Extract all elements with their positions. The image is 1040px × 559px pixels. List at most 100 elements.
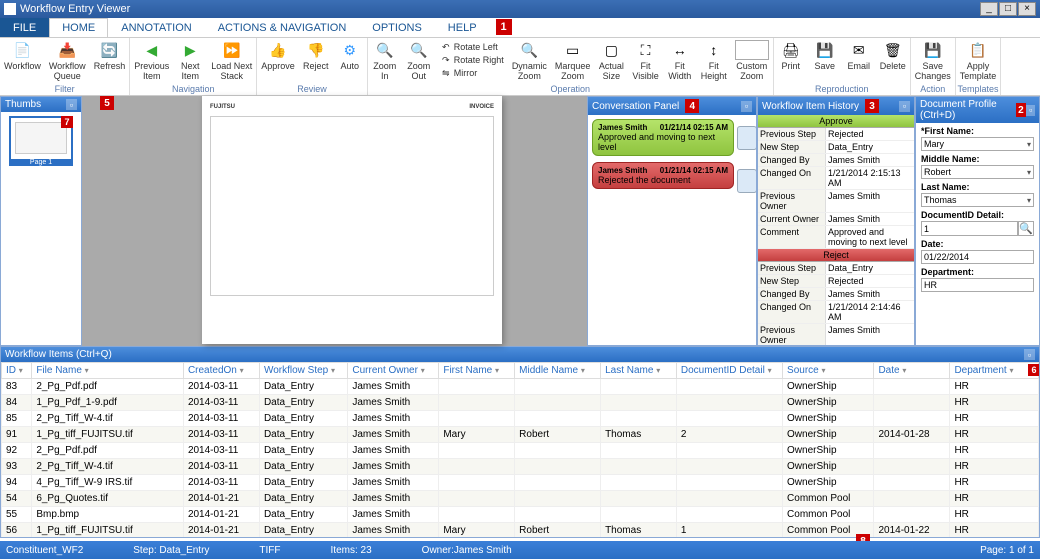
table-row[interactable]: 841_Pg_Pdf_1-9.pdf2014-03-11Data_EntryJa… (2, 395, 1039, 411)
actual-size-button[interactable]: ▢Actual Size (594, 38, 628, 83)
grid-header[interactable]: First Name ▾ (439, 363, 515, 379)
tab-file[interactable]: FILE (0, 18, 49, 37)
grid-header[interactable]: Workflow Step ▾ (259, 363, 347, 379)
grid-header[interactable]: File Name ▾ (32, 363, 184, 379)
profile-input[interactable] (921, 250, 1034, 264)
workflow-button[interactable]: 📄Workflow (0, 38, 45, 83)
status-owner: Owner:James Smith (422, 545, 512, 556)
doc-title: INVOICE (469, 104, 494, 110)
load-next-stack-button[interactable]: ⏩Load Next Stack (207, 38, 256, 83)
email-icon: ✉ (849, 40, 869, 60)
workflow-items-panel: Workflow Items (Ctrl+Q)▫ ID ▾File Name ▾… (0, 346, 1040, 538)
table-row[interactable]: 922_Pg_Pdf.pdf2014-03-11Data_EntryJames … (2, 443, 1039, 459)
table-row[interactable]: 832_Pg_Pdf.pdf2014-03-11Data_EntryJames … (2, 379, 1039, 395)
tab-options[interactable]: OPTIONS (359, 18, 435, 37)
close-button[interactable]: × (1018, 2, 1036, 16)
minimize-button[interactable]: _ (980, 2, 998, 16)
grid-header[interactable]: Middle Name ▾ (515, 363, 601, 379)
tab-help[interactable]: HELP (435, 18, 490, 37)
grid-header[interactable]: Last Name ▾ (601, 363, 677, 379)
pin-icon[interactable]: ▫ (1026, 105, 1035, 116)
pin-icon[interactable]: ▫ (1024, 349, 1035, 360)
fit-visible-button[interactable]: ⛶Fit Visible (628, 38, 662, 83)
tab-home[interactable]: HOME (49, 18, 108, 37)
rotate-left-button[interactable]: ↶Rotate Left (440, 41, 504, 54)
rotate-right-button[interactable]: ↷Rotate Right (440, 54, 504, 67)
document-viewer[interactable]: 5 FUJITSU INVOICE (82, 96, 587, 346)
arrow-right-icon: ▶ (180, 40, 200, 60)
grid-header[interactable]: Department ▾6 (950, 363, 1039, 379)
profile-input[interactable] (921, 221, 1018, 236)
profile-label: Department: (921, 267, 1034, 277)
grid-header[interactable]: CreatedOn ▾ (183, 363, 259, 379)
zoom-in-icon: 🔍 (375, 40, 395, 60)
zoom-out-button[interactable]: 🔍Zoom Out (402, 38, 436, 83)
history-row: Previous OwnerJames Smith (758, 324, 914, 345)
workflow-queue-button[interactable]: 📥Workflow Queue (45, 38, 90, 83)
table-row[interactable]: 911_Pg_tiff_FUJITSU.tif2014-03-11Data_En… (2, 427, 1039, 443)
pin-icon[interactable]: ▫ (66, 99, 77, 110)
print-icon: 🖨 (781, 40, 801, 60)
lookup-icon[interactable]: 🔍 (1018, 221, 1034, 236)
rotate-left-icon: ↶ (440, 42, 452, 54)
table-row[interactable]: 852_Pg_Tiff_W-4.tif2014-03-11Data_EntryJ… (2, 411, 1039, 427)
indicator-4: 4 (685, 99, 699, 113)
save-changes-button[interactable]: 💾Save Changes (911, 38, 955, 83)
table-row[interactable]: 546_Pg_Quotes.tif2014-01-21Data_EntryJam… (2, 491, 1039, 507)
status-bar: Constituent_WF2 Step: Data_Entry TIFF It… (0, 541, 1040, 559)
save-button[interactable]: 💾Save (808, 38, 842, 83)
custom-zoom-icon (735, 40, 769, 60)
tab-actions[interactable]: ACTIONS & NAVIGATION (205, 18, 360, 37)
thumbs-header: Thumbs▫ (1, 97, 81, 112)
custom-zoom-button[interactable]: Custom Zoom (731, 38, 773, 83)
group-reproduction: 🖨Print 💾Save ✉Email 🗑Delete Reproduction (774, 38, 911, 95)
apply-template-button[interactable]: 📋Apply Template (956, 38, 1001, 83)
page-thumbnail[interactable]: Page 1 7 (9, 116, 73, 166)
table-row[interactable]: 932_Pg_Tiff_W-4.tif2014-03-11Data_EntryJ… (2, 459, 1039, 475)
grid-header[interactable]: Date ▾ (874, 363, 950, 379)
profile-input[interactable] (921, 278, 1034, 292)
table-row[interactable]: 944_Pg_Tiff_W-9 IRS.tif2014-03-11Data_En… (2, 475, 1039, 491)
print-button[interactable]: 🖨Print (774, 38, 808, 83)
grid-header[interactable]: Source ▾ (783, 363, 874, 379)
dynamic-zoom-button[interactable]: 🔍Dynamic Zoom (508, 38, 551, 83)
avatar-icon (737, 169, 756, 193)
maximize-button[interactable]: □ (999, 2, 1017, 16)
group-review-label: Review (257, 83, 367, 95)
workflow-items-header: Workflow Items (Ctrl+Q)▫ (1, 347, 1039, 362)
email-button[interactable]: ✉Email (842, 38, 876, 83)
refresh-button[interactable]: 🔄Refresh (90, 38, 130, 83)
reject-button[interactable]: 👎Reject (299, 38, 333, 83)
group-filter-label: Filter (0, 83, 129, 95)
group-navigation: ◀Previous Item ▶Next Item ⏩Load Next Sta… (130, 38, 257, 95)
save-icon: 💾 (815, 40, 835, 60)
mirror-button[interactable]: ⇋Mirror (440, 67, 504, 80)
tab-annotation[interactable]: ANNOTATION (108, 18, 204, 37)
grid-header[interactable]: Current Owner ▾ (348, 363, 439, 379)
grid-header[interactable]: DocumentID Detail ▾ (676, 363, 782, 379)
profile-select[interactable]: Thomas (921, 193, 1034, 207)
pin-icon[interactable]: ▫ (899, 101, 910, 112)
fit-visible-icon: ⛶ (636, 40, 656, 60)
app-icon (4, 3, 16, 15)
auto-button[interactable]: ⚙Auto (333, 38, 367, 83)
grid-header[interactable]: ID ▾ (2, 363, 32, 379)
indicator-2: 2 (1016, 103, 1027, 117)
fit-width-button[interactable]: ↔Fit Width (663, 38, 697, 83)
marquee-zoom-button[interactable]: ▭Marquee Zoom (551, 38, 595, 83)
workflow-items-grid[interactable]: ID ▾File Name ▾CreatedOn ▾Workflow Step … (1, 362, 1039, 537)
zoom-in-button[interactable]: 🔍Zoom In (368, 38, 402, 83)
pin-icon[interactable]: ▫ (741, 101, 752, 112)
delete-button[interactable]: 🗑Delete (876, 38, 910, 83)
profile-select[interactable]: Robert (921, 165, 1034, 179)
table-row[interactable]: 55Bmp.bmp2014-01-21Data_EntryJames Smith… (2, 507, 1039, 523)
profile-field: *First Name:Mary (921, 126, 1034, 151)
history-row: New StepData_Entry (758, 141, 914, 154)
table-row[interactable]: 561_Pg_tiff_FUJITSU.tif2014-01-21Data_En… (2, 523, 1039, 538)
next-item-button[interactable]: ▶Next Item (173, 38, 207, 83)
approve-button[interactable]: 👍Approve (257, 38, 299, 83)
main-area: Thumbs▫ Page 1 7 5 FUJITSU INVOICE Conve… (0, 96, 1040, 346)
profile-select[interactable]: Mary (921, 137, 1034, 151)
previous-item-button[interactable]: ◀Previous Item (130, 38, 173, 83)
fit-height-button[interactable]: ↕Fit Height (697, 38, 731, 83)
